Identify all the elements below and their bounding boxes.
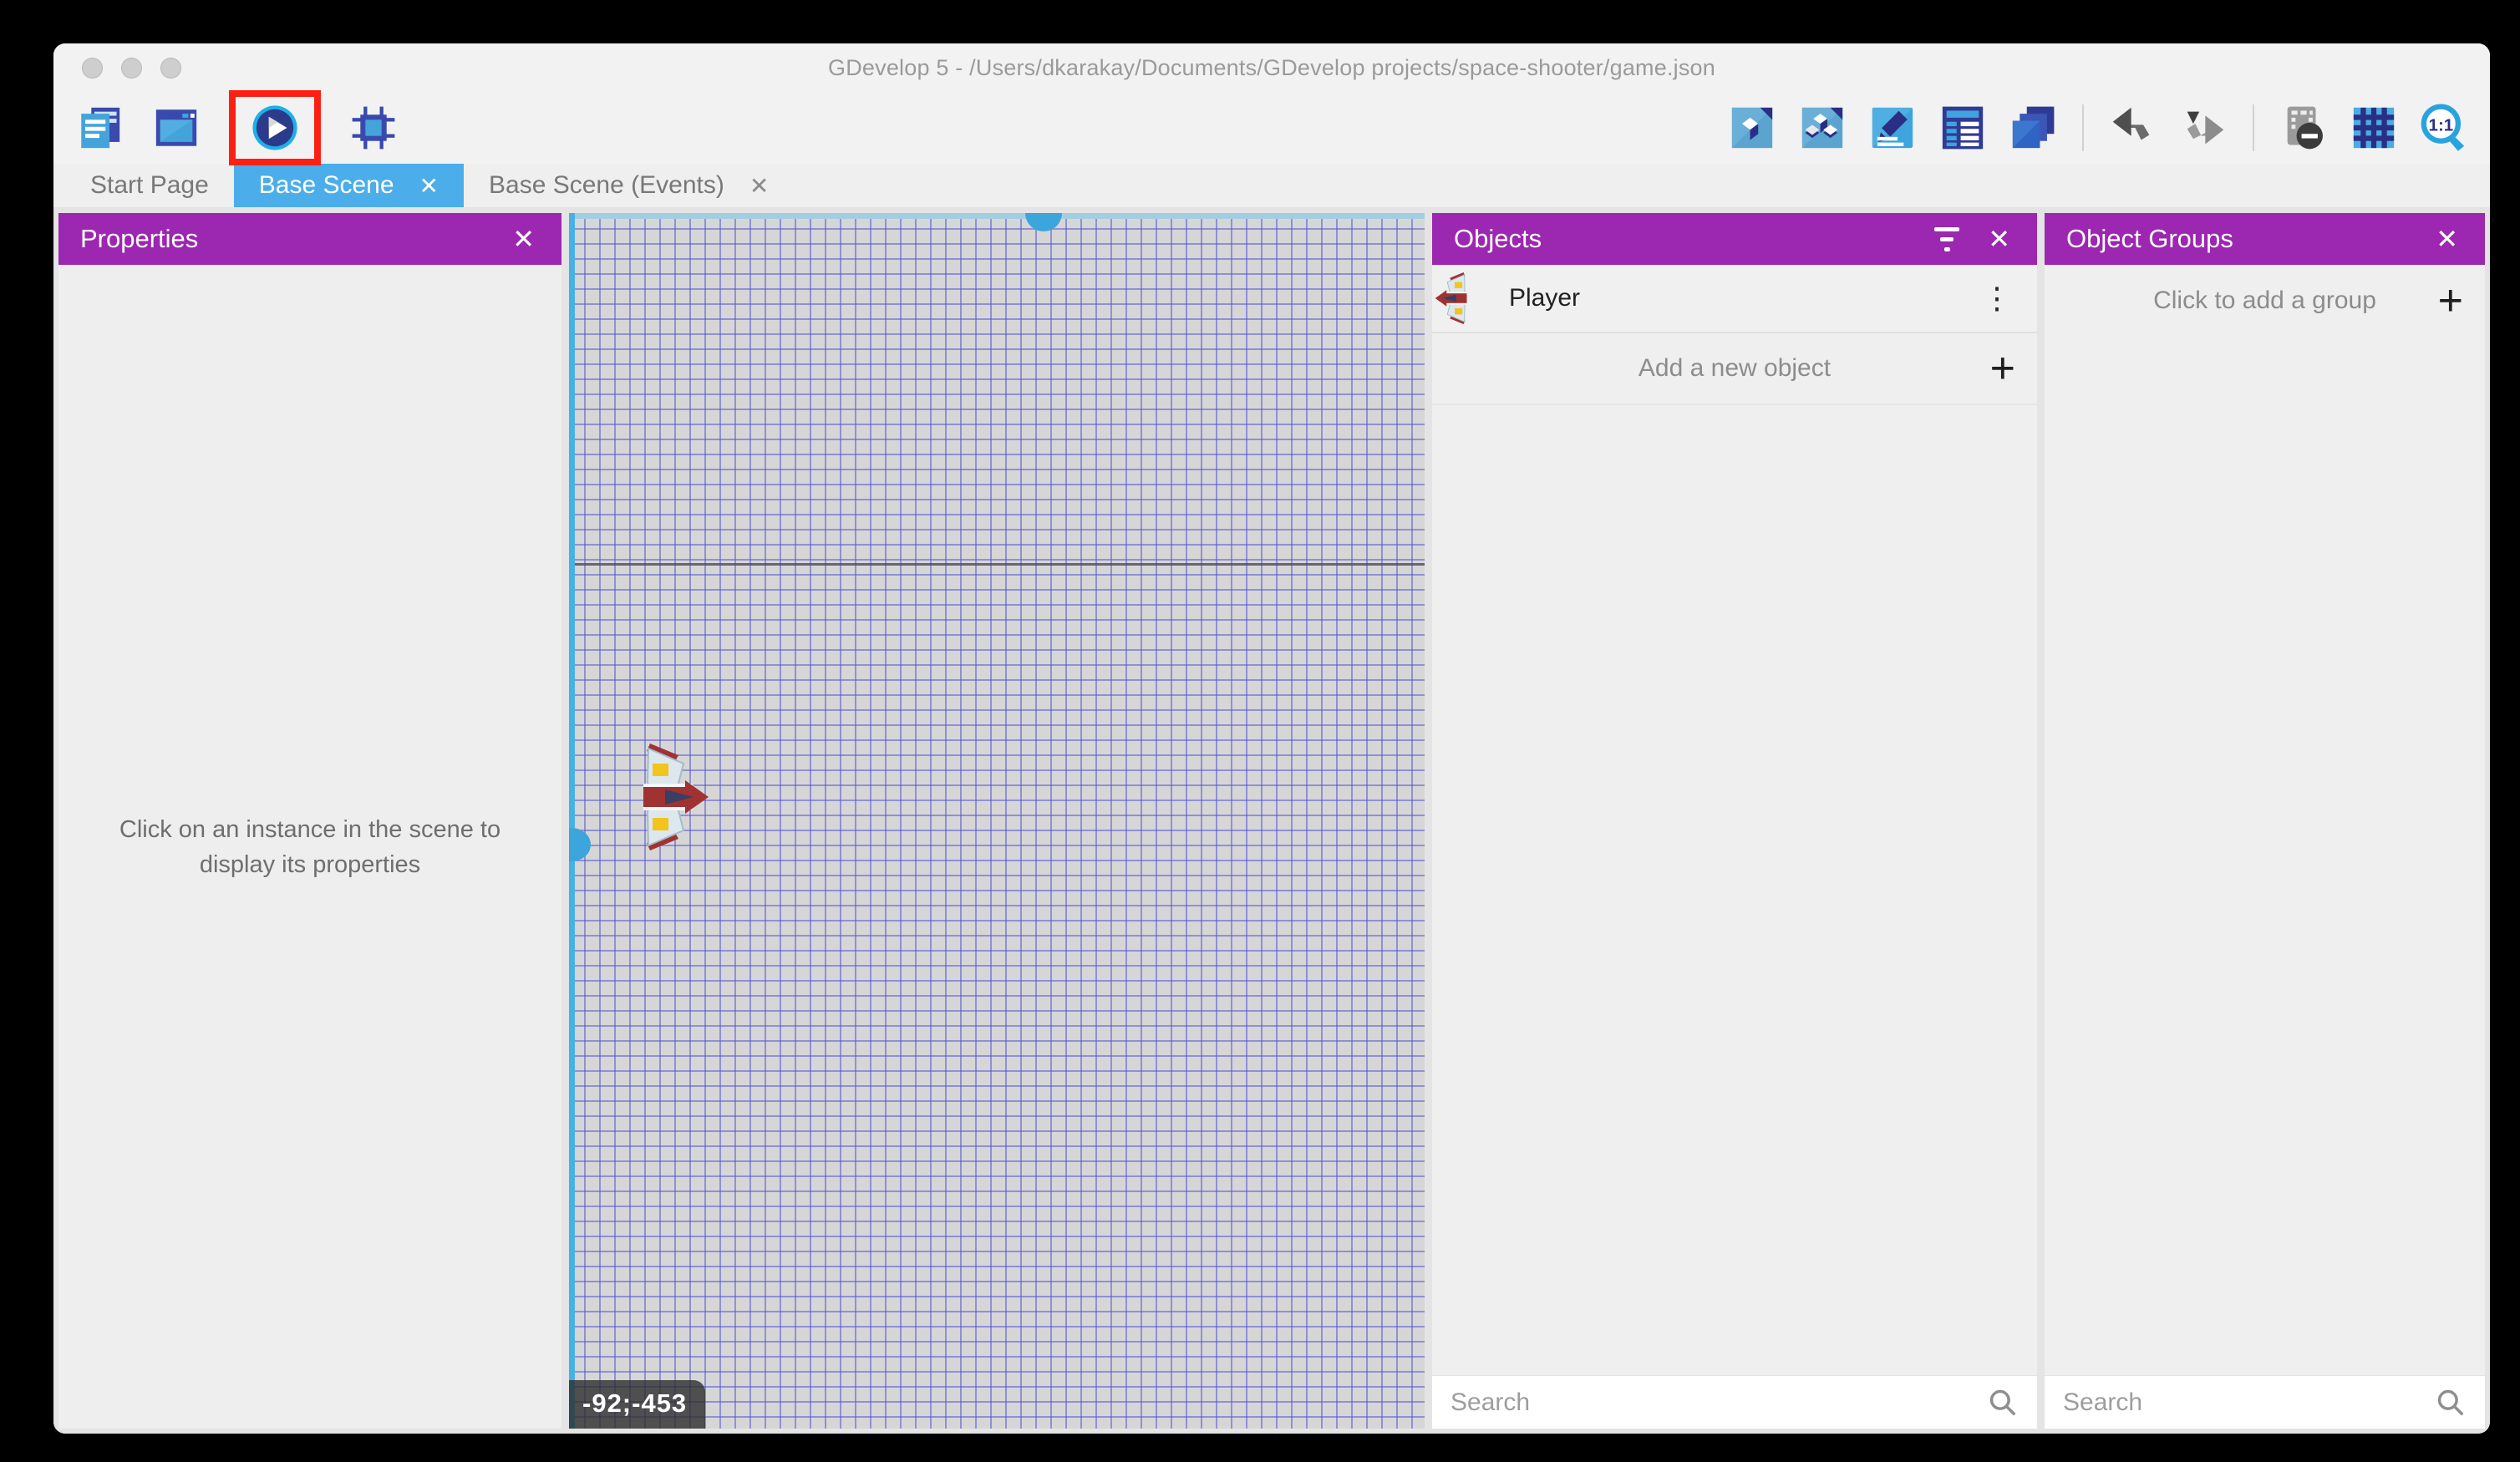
- close-window-button[interactable]: [82, 58, 103, 79]
- object-groups-panel-header: Object Groups ✕: [2045, 213, 2485, 265]
- horizontal-scrollbar[interactable]: [569, 213, 1425, 219]
- scene-list-icon[interactable]: [75, 104, 124, 152]
- zoom-window-button[interactable]: [160, 58, 181, 79]
- window-editor-icon[interactable]: [152, 104, 201, 152]
- properties-panel: Properties ✕ Click on an instance in the…: [58, 213, 561, 1429]
- vertical-scrollbar[interactable]: [569, 213, 575, 1429]
- properties-empty-message: Click on an instance in the scene to dis…: [92, 812, 528, 882]
- add-new-object-row[interactable]: Add a new object +: [1432, 333, 2037, 405]
- tab-close-icon[interactable]: ✕: [749, 172, 769, 200]
- close-icon[interactable]: ✕: [1983, 222, 2015, 256]
- tab-base-scene[interactable]: Base Scene ✕: [234, 164, 464, 207]
- title-bar: GDevelop 5 - /Users/dkarakay/Documents/G…: [53, 43, 2490, 92]
- player-ship-instance[interactable]: [632, 742, 709, 852]
- play-icon[interactable]: [251, 104, 299, 152]
- toolbar-divider: [2082, 104, 2084, 151]
- objects-panel-body: Player ⋮ Add a new object +: [1432, 265, 2037, 1429]
- main-area: Properties ✕ Click on an instance in the…: [53, 207, 2490, 1434]
- toolbar: 1:1: [53, 92, 2490, 164]
- play-button-highlight: [229, 90, 321, 165]
- zoom-1-1-icon[interactable]: 1:1: [2420, 104, 2468, 152]
- tab-label: Start Page: [90, 171, 209, 200]
- app-window: GDevelop 5 - /Users/dkarakay/Documents/G…: [53, 43, 2490, 1434]
- toolbar-left-group: [75, 99, 398, 157]
- debugger-icon[interactable]: [349, 104, 398, 152]
- groups-search-bar: [2045, 1375, 2485, 1429]
- tab-base-scene-events[interactable]: Base Scene (Events) ✕: [464, 164, 794, 207]
- scene-canvas[interactable]: -92;-453: [569, 213, 1425, 1429]
- window-title: GDevelop 5 - /Users/dkarakay/Documents/G…: [828, 55, 1715, 81]
- traffic-lights: [82, 58, 181, 79]
- scene-axis-line: [569, 563, 1425, 566]
- toolbar-right-group: 1:1: [1728, 104, 2468, 152]
- properties-panel-header: Properties ✕: [58, 213, 561, 265]
- minimize-window-button[interactable]: [121, 58, 142, 79]
- horizontal-scrollbar-thumb[interactable]: [1025, 213, 1062, 231]
- object-groups-panel: Object Groups ✕ Click to add a group +: [2045, 213, 2485, 1429]
- add-object-label: Add a new object: [1432, 354, 2037, 383]
- tab-close-icon[interactable]: ✕: [419, 172, 439, 200]
- add-group-icon[interactable]: +: [2416, 279, 2485, 322]
- object-menu-icon[interactable]: ⋮: [1959, 281, 2037, 316]
- objects-panel-icon[interactable]: [1728, 104, 1776, 152]
- player-object-thumbnail: [1429, 272, 1479, 325]
- close-icon[interactable]: ✕: [2431, 222, 2463, 256]
- grid-icon[interactable]: [2350, 104, 2398, 152]
- objects-search-bar: [1432, 1375, 2037, 1429]
- filter-icon[interactable]: [1934, 227, 1959, 251]
- properties-panel-body: Click on an instance in the scene to dis…: [58, 265, 561, 1429]
- tab-bar: Start Page Base Scene ✕ Base Scene (Even…: [53, 164, 2490, 207]
- close-icon[interactable]: ✕: [507, 222, 540, 256]
- instances-list-icon[interactable]: [1938, 104, 1987, 152]
- tab-label: Base Scene: [259, 171, 394, 200]
- search-icon[interactable]: [1987, 1387, 2019, 1419]
- properties-edit-icon[interactable]: [1868, 104, 1917, 152]
- panel-title: Properties: [80, 224, 198, 254]
- toolbar-divider: [2253, 104, 2254, 151]
- redo-icon[interactable]: [2179, 104, 2228, 152]
- tab-label: Base Scene (Events): [489, 171, 724, 200]
- panel-title: Objects: [1454, 224, 1542, 254]
- objects-search-input[interactable]: [1451, 1388, 1987, 1417]
- vertical-scrollbar-thumb[interactable]: [569, 828, 591, 861]
- tab-start-page[interactable]: Start Page: [65, 164, 234, 207]
- render-options-icon[interactable]: [2279, 104, 2328, 152]
- panel-title: Object Groups: [2066, 224, 2233, 254]
- object-groups-panel-body: Click to add a group +: [2045, 265, 2485, 1429]
- layers-icon[interactable]: [2009, 104, 2057, 152]
- groups-search-input[interactable]: [2063, 1388, 2435, 1417]
- object-name: Player: [1509, 284, 1580, 312]
- search-icon[interactable]: [2435, 1387, 2467, 1419]
- objects-panel: Objects ✕ Player ⋮ Add a new object +: [1432, 213, 2037, 1429]
- objects-panel-header: Objects ✕: [1432, 213, 2037, 265]
- add-group-row[interactable]: Click to add a group +: [2045, 265, 2485, 337]
- object-groups-panel-icon[interactable]: [1798, 104, 1847, 152]
- object-list-item-player[interactable]: Player ⋮: [1432, 265, 2037, 333]
- undo-icon[interactable]: [2109, 104, 2157, 152]
- svg-text:1:1: 1:1: [2429, 115, 2454, 135]
- cursor-coordinates-badge: -92;-453: [569, 1380, 705, 1429]
- add-object-icon[interactable]: +: [1969, 347, 2037, 390]
